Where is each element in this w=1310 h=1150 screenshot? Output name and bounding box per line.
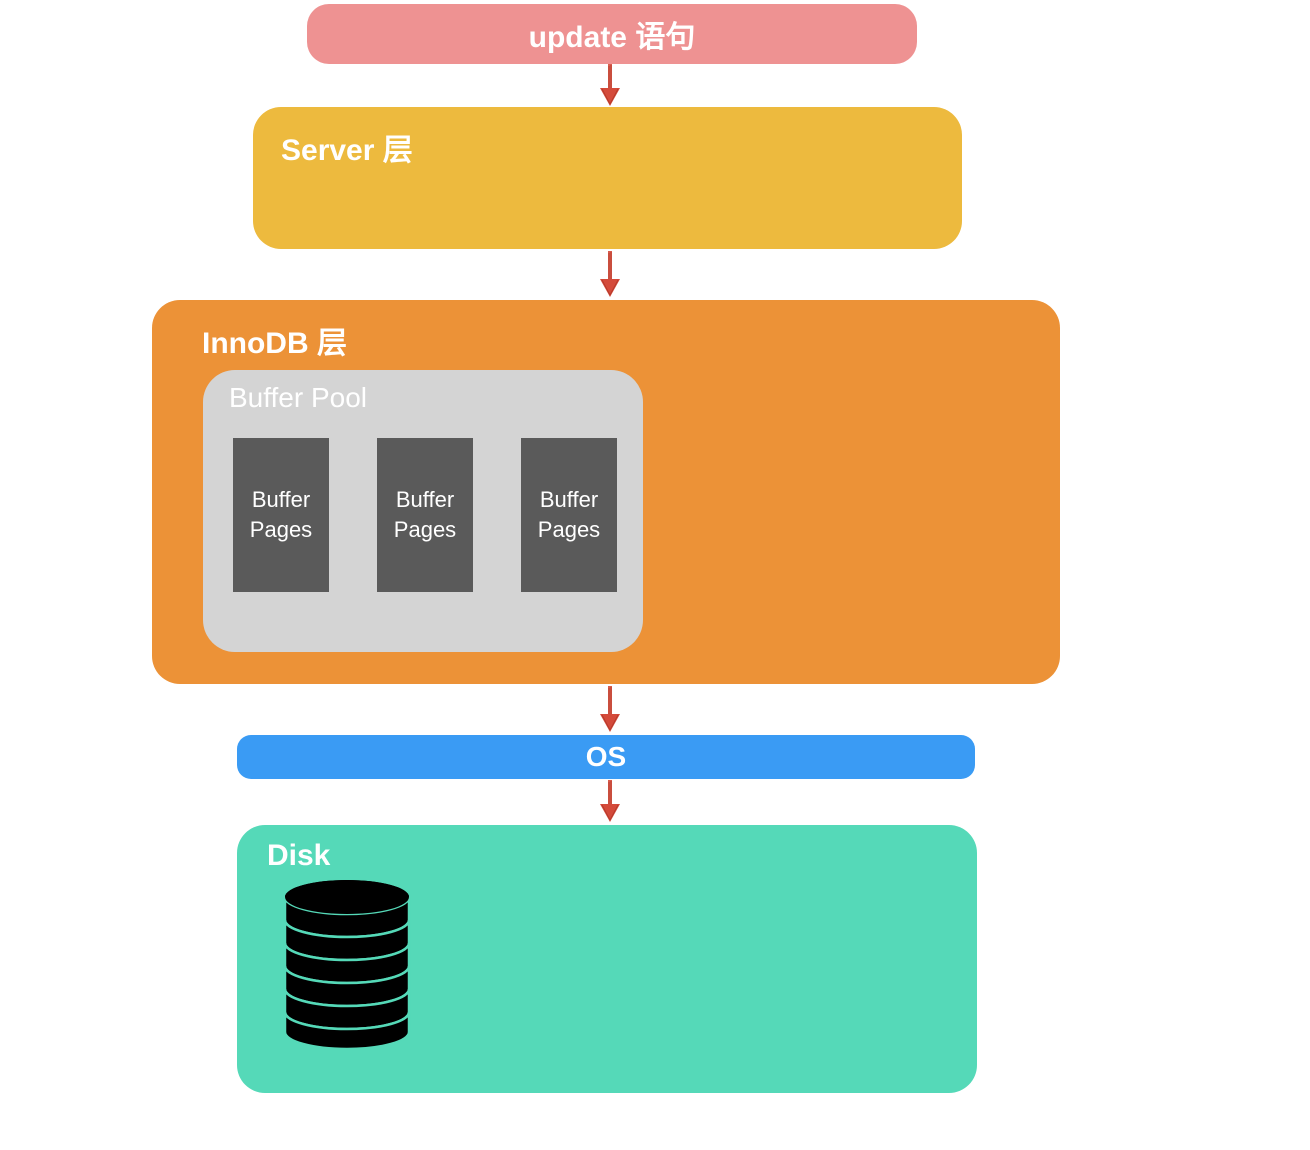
buffer-page: Buffer Pages xyxy=(521,438,617,592)
buffer-pages-row: Buffer Pages Buffer Pages Buffer Pages xyxy=(233,438,623,592)
disk-label: Disk xyxy=(267,839,330,872)
arrow-server-to-innodb xyxy=(598,251,623,299)
database-icon xyxy=(280,880,414,1055)
server-layer-box: Server 层 xyxy=(253,107,962,249)
server-layer-label: Server 层 xyxy=(281,134,413,167)
innodb-layer-label: InnoDB 层 xyxy=(202,327,347,360)
buffer-pool-box: Buffer Pool Buffer Pages Buffer Pages Bu… xyxy=(203,370,643,652)
os-box: OS xyxy=(237,735,975,779)
update-statement-label: update 语句 xyxy=(529,12,696,56)
buffer-pool-label: Buffer Pool xyxy=(229,382,623,414)
arrow-innodb-to-os xyxy=(598,686,623,734)
buffer-page: Buffer Pages xyxy=(377,438,473,592)
buffer-page-label: Buffer Pages xyxy=(527,485,611,544)
arrow-update-to-server xyxy=(598,64,623,108)
buffer-page-label: Buffer Pages xyxy=(383,485,467,544)
buffer-page: Buffer Pages xyxy=(233,438,329,592)
buffer-page-label: Buffer Pages xyxy=(239,485,323,544)
arrow-os-to-disk xyxy=(598,780,623,824)
os-label: OS xyxy=(586,741,626,773)
update-statement-box: update 语句 xyxy=(307,4,917,64)
